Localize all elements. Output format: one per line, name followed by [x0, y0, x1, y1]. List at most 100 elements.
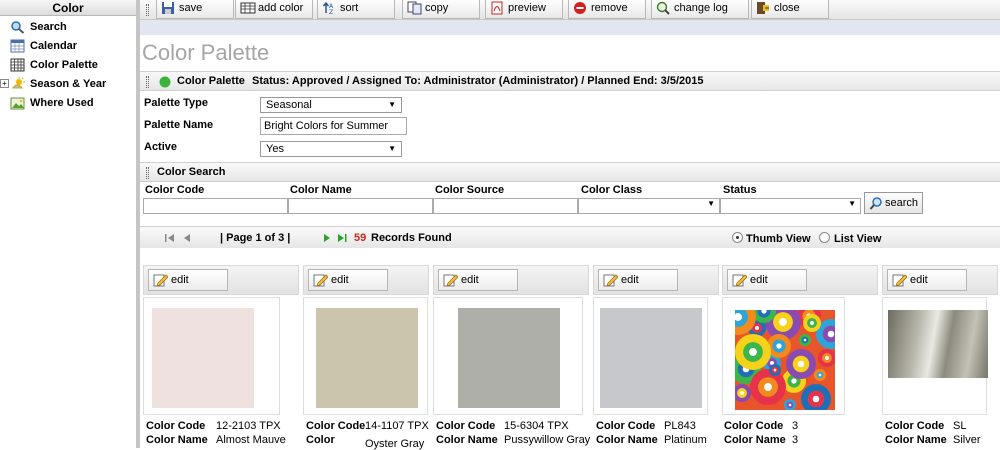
color-card: edit Color Code SL Color Name Silver: [882, 265, 1000, 448]
status-filter-label: Status: [723, 184, 757, 196]
status-indicator-icon: [159, 76, 171, 88]
color-code-key: Color Code: [436, 420, 496, 432]
color-name-value: Platinum: [664, 434, 707, 446]
color-name-key: Color Name: [596, 434, 658, 446]
prev-page-icon[interactable]: [183, 233, 192, 243]
color-search-bar: Color Search: [140, 162, 1000, 182]
color-name-value: Silver: [953, 434, 981, 446]
edit-button[interactable]: edit: [887, 269, 967, 291]
color-swatch[interactable]: [458, 308, 560, 408]
palette-name-row: Palette Name Bright Colors for Summer: [140, 116, 1000, 138]
thumb-view-label: Thumb View: [746, 233, 811, 245]
status-filter-select[interactable]: ▼: [720, 198, 861, 214]
sidebar-item-label: Color Palette: [30, 59, 98, 71]
save-button[interactable]: save: [156, 0, 234, 19]
sidebar-item-search[interactable]: Search: [0, 18, 136, 37]
list-view-radio[interactable]: [819, 232, 830, 243]
card-meta: Color Code SL Color Name Silver: [885, 420, 1000, 448]
color-code-value: 15-6304 TPX: [504, 420, 569, 432]
add-color-button[interactable]: add color: [235, 0, 313, 19]
color-name-key: Color Name: [146, 434, 208, 446]
save-icon: [162, 2, 174, 14]
close-button[interactable]: close: [751, 0, 829, 19]
active-label: Active: [144, 141, 178, 153]
color-class-select[interactable]: ▼: [578, 198, 720, 214]
color-name-value: Almost Mauve: [216, 434, 286, 446]
sidebar-item-color-palette[interactable]: Color Palette: [0, 56, 136, 75]
sidebar-title: Color: [0, 0, 136, 16]
color-swatch[interactable]: [888, 310, 988, 378]
swatch-frame: [882, 297, 988, 415]
palette-name-label: Palette Name: [144, 119, 214, 131]
sidebar-item-calendar[interactable]: Calendar: [0, 37, 136, 56]
color-code-value: SL: [953, 420, 967, 432]
dropdown-arrow-icon: ▼: [388, 144, 396, 153]
search-button[interactable]: search: [864, 192, 923, 214]
sidebar-tree: Search Calendar Color Palette + Season &…: [0, 16, 136, 113]
pager-bar: | Page 1 of 3 | 59 Records Found Thumb V…: [140, 226, 1000, 248]
color-name-key: Color: [306, 434, 335, 446]
edit-button[interactable]: edit: [308, 269, 388, 291]
color-code-value: 14-1107 TPX: [365, 420, 429, 432]
swatch-frame: [143, 297, 280, 415]
thumb-view-radio[interactable]: [732, 232, 743, 243]
color-code-value: PL843: [664, 420, 696, 432]
edit-button[interactable]: edit: [438, 269, 518, 291]
svg-text:Z: Z: [329, 9, 333, 15]
expand-toggle[interactable]: +: [0, 79, 9, 88]
swatch-frame: [593, 297, 708, 415]
color-name-value: Pussywillow Gray: [504, 434, 591, 446]
preview-button[interactable]: preview: [485, 0, 563, 19]
color-swatch[interactable]: [316, 308, 418, 408]
color-name-key: Color Name: [885, 434, 947, 446]
color-code-value: 3: [792, 420, 799, 432]
color-search-inputs: ▼ ▼ search: [140, 192, 1000, 216]
sidebar-item-where-used[interactable]: Where Used: [0, 94, 136, 113]
palette-name-input[interactable]: Bright Colors for Summer: [260, 117, 407, 135]
last-page-icon[interactable]: [337, 233, 349, 243]
records-count: 59: [354, 232, 367, 244]
swatch-frame: [433, 297, 583, 415]
color-class-label: Color Class: [581, 184, 643, 196]
swatch-frame: [303, 297, 428, 415]
grid-icon: [10, 58, 25, 72]
change-log-button[interactable]: change log: [651, 0, 749, 19]
swatch-frame: [720, 297, 846, 415]
page-indicator: | Page 1 of 3 |: [220, 232, 291, 244]
color-swatch[interactable]: [152, 308, 254, 408]
color-source-input[interactable]: [433, 198, 578, 214]
edit-icon: [732, 274, 747, 287]
color-card: edit Color Code PL843 Color Name Platinum: [593, 265, 721, 448]
edit-button[interactable]: edit: [727, 269, 807, 291]
remove-button[interactable]: remove: [568, 0, 646, 19]
copy-button[interactable]: copy: [402, 0, 480, 19]
color-swatch[interactable]: [720, 299, 846, 414]
next-page-icon[interactable]: [323, 233, 332, 243]
sidebar-item-season-year[interactable]: + Season & Year: [0, 75, 136, 94]
edit-icon: [443, 274, 458, 287]
dropdown-arrow-icon: ▼: [848, 199, 856, 208]
edit-button[interactable]: edit: [598, 269, 678, 291]
color-code-key: Color Code: [724, 420, 784, 432]
search-icon: [11, 21, 25, 34]
color-card: edit Color Code 3 Color Name 3: [720, 265, 880, 448]
first-page-icon[interactable]: [164, 233, 176, 243]
sort-button[interactable]: AZ sort: [317, 0, 395, 19]
color-swatch[interactable]: [600, 308, 702, 408]
status-bar: Color Palette Status: Approved / Assigne…: [140, 71, 1000, 91]
color-card: edit Color Code 14-1107 TPX Color Oyster Gra…: [303, 265, 431, 450]
card-header: edit: [722, 265, 878, 295]
sidebar-item-label: Where Used: [30, 97, 94, 109]
toolbar: save add color AZ sort copy preview remo…: [140, 0, 1000, 20]
remove-icon: [574, 2, 586, 14]
color-code-key: Color Code: [596, 420, 656, 432]
records-label: Records Found: [371, 232, 452, 244]
color-code-input[interactable]: [143, 198, 288, 214]
active-select[interactable]: Yes ▼: [260, 141, 402, 157]
edit-button[interactable]: edit: [148, 269, 228, 291]
palette-type-select[interactable]: Seasonal ▼: [260, 97, 402, 113]
color-code-value: 12-2103 TPX: [216, 420, 281, 432]
color-code-key: Color Code: [146, 420, 206, 432]
color-name-key: Color Name: [436, 434, 498, 446]
color-name-input[interactable]: [288, 198, 433, 214]
